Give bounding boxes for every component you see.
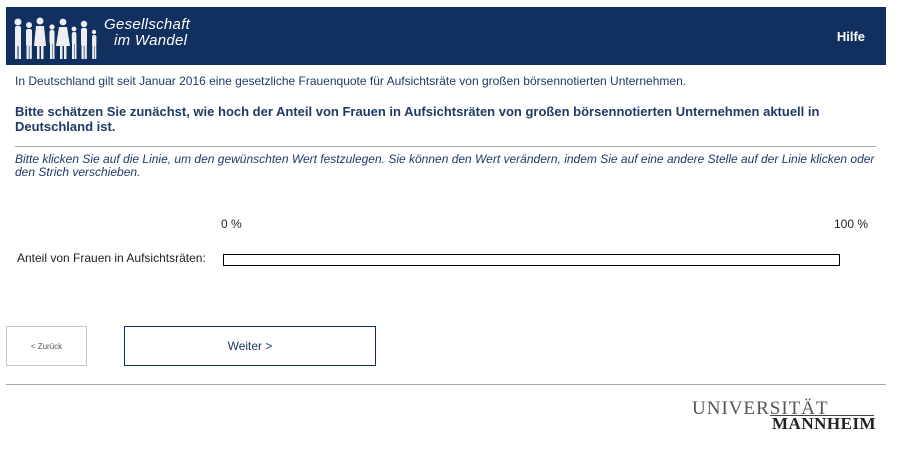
instruction-text: Bitte klicken Sie auf die Linie, um den … bbox=[15, 152, 875, 179]
footer-divider bbox=[6, 384, 886, 385]
percentage-slider-track[interactable] bbox=[223, 254, 840, 266]
intro-text: In Deutschland gilt seit Januar 2016 ein… bbox=[15, 74, 687, 88]
header-bar: Gesellschaft im Wandel Hilfe bbox=[6, 7, 886, 65]
universitaet-mannheim-logo: UNIVERSITÄT MANNHEIM bbox=[692, 398, 877, 434]
logo-line-2: im Wandel bbox=[114, 32, 188, 49]
help-link[interactable]: Hilfe bbox=[837, 29, 865, 44]
question-text: Bitte schätzen Sie zunächst, wie hoch de… bbox=[15, 104, 820, 134]
gesellschaft-im-wandel-logo: Gesellschaft im Wandel bbox=[6, 7, 216, 65]
slider-label: Anteil von Frauen in Aufsichtsräten: bbox=[17, 251, 206, 265]
scale-min-label: 0 % bbox=[221, 217, 242, 231]
divider bbox=[15, 146, 876, 147]
next-button[interactable]: Weiter > bbox=[124, 326, 376, 366]
back-button[interactable]: < Zurück bbox=[6, 326, 87, 366]
logo-city-text: MANNHEIM bbox=[772, 414, 877, 433]
logo-text: Gesellschaft im Wandel bbox=[104, 17, 190, 49]
logo-line-1: Gesellschaft bbox=[104, 16, 191, 33]
people-silhouette-icon bbox=[14, 17, 97, 59]
scale-max-label: 100 % bbox=[834, 217, 869, 231]
